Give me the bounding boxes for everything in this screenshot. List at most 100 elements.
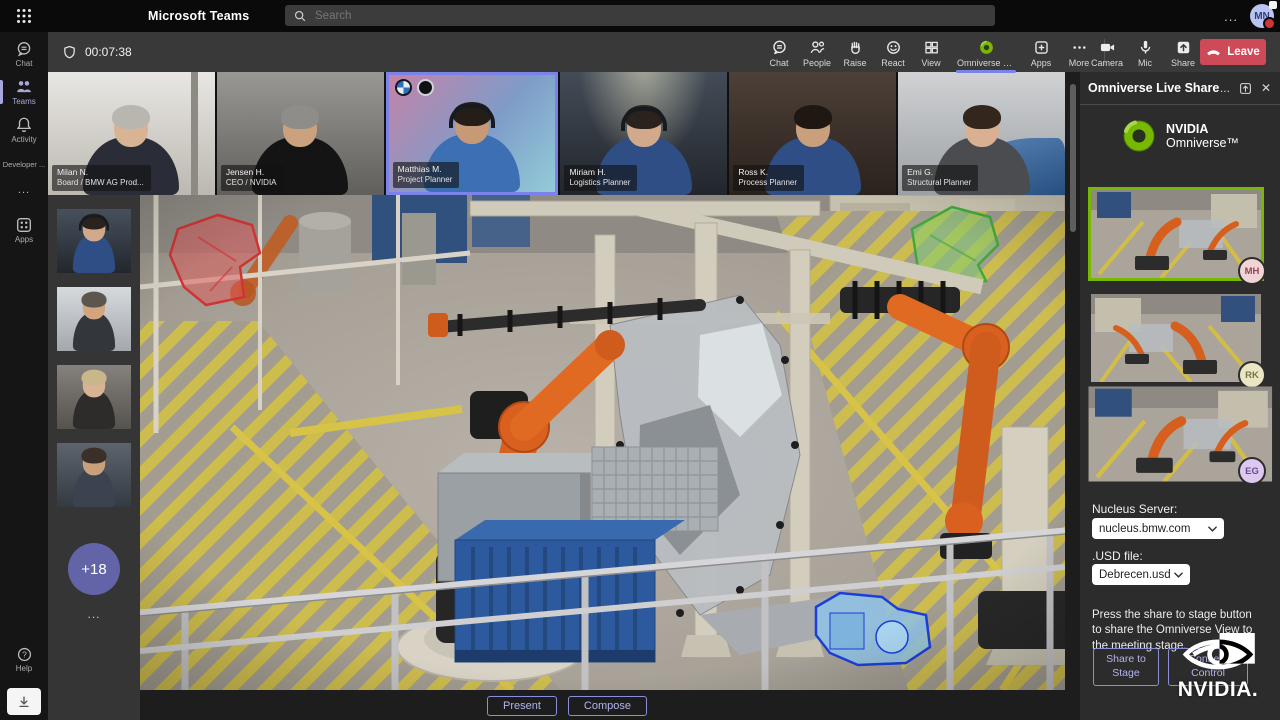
app-launcher-button[interactable] (0, 0, 48, 32)
sidebar-activity-label: Activity (11, 135, 36, 144)
tab-view[interactable]: View (912, 34, 950, 71)
vertical-scrollbar[interactable] (1070, 84, 1076, 232)
panel-close-button[interactable]: ✕ (1261, 81, 1271, 95)
leave-button[interactable]: Leave (1200, 39, 1266, 65)
sidebar-item-more[interactable]: ... (0, 184, 48, 196)
participant-name-tag: Emi G. Structural Planner (902, 165, 978, 191)
omniverse-ring-icon (1121, 118, 1157, 154)
usd-file-select[interactable]: Debrecen.usd (1092, 564, 1190, 585)
waffle-icon (16, 8, 32, 24)
camera-button[interactable]: Camera (1088, 34, 1126, 71)
more-ellipsis-icon (1071, 39, 1088, 56)
meeting-timer-value: 00:07:38 (85, 45, 132, 59)
tab-people[interactable]: People (798, 34, 836, 71)
share-label: Share (1171, 58, 1195, 68)
participant-thumbnail[interactable] (57, 365, 131, 429)
avatar-badge (1269, 1, 1277, 9)
mic-label: Mic (1138, 58, 1152, 68)
tab-chat[interactable]: Chat (760, 34, 798, 71)
share-to-stage-button[interactable]: Share to Stage (1093, 648, 1159, 686)
participant-role: CEO / NVIDIA (226, 178, 277, 188)
leave-label: Leave (1227, 46, 1260, 58)
sidebar-help-label: Help (16, 664, 32, 673)
panel-header: Omniverse Live Share ... ✕ (1080, 72, 1280, 105)
participant-name: Emi G. (907, 167, 971, 178)
participant-name: Miriam H. (569, 167, 630, 178)
participant-thumbnail[interactable] (57, 287, 131, 351)
headset (621, 107, 667, 131)
participant-name-tag: Matthias M. Project Planner (393, 162, 460, 188)
omniverse-view-thumbnail[interactable]: RK (1091, 294, 1261, 382)
participant-name-tag: Ross K. Process Planner (733, 165, 804, 191)
participant-thumbnail[interactable] (57, 443, 131, 507)
sidebar-item-activity[interactable]: Activity (0, 116, 48, 144)
brand-line2: Omniverse™ (1166, 136, 1239, 150)
search-bar[interactable] (285, 5, 995, 26)
factory-view-image (1091, 190, 1261, 278)
view-grid-icon (923, 39, 940, 56)
tab-react[interactable]: React (874, 34, 912, 71)
overflow-participants-badge[interactable]: +18 (68, 543, 120, 595)
participant-tile-active-speaker[interactable]: Matthias M. Project Planner (386, 72, 559, 195)
participant-tile[interactable]: Ross K. Process Planner (729, 72, 896, 195)
tab-raise[interactable]: Raise (836, 34, 874, 71)
present-button[interactable]: Present (487, 696, 557, 716)
panel-action-buttons: Share to Stage Connect Control (1093, 648, 1248, 686)
share-button[interactable]: Share (1164, 34, 1202, 71)
omniverse-view-thumbnail[interactable]: EG (1091, 390, 1261, 478)
search-input[interactable] (313, 9, 917, 23)
avatar[interactable]: MN (1250, 4, 1274, 28)
mic-icon (1137, 39, 1154, 56)
participant-thumbnail[interactable] (57, 209, 131, 273)
participant-thumbnail-strip: +18 ... (48, 195, 140, 720)
omniverse-3d-viewport[interactable] (140, 195, 1065, 690)
tab-apps[interactable]: Apps (1022, 34, 1060, 71)
participant-name: Ross K. (738, 167, 797, 178)
view-owner-badge: EG (1238, 457, 1266, 485)
nucleus-server-select[interactable]: nucleus.bmw.com (1092, 518, 1224, 539)
participant-tile[interactable]: Emi G. Structural Planner (898, 72, 1065, 195)
shield-icon (62, 45, 77, 60)
vignette (140, 195, 1065, 690)
mic-button[interactable]: Mic (1126, 34, 1164, 71)
react-smiley-icon (885, 39, 902, 56)
sidebar-more-label: ... (18, 184, 30, 196)
tab-omniverse-label: Omniverse L... (957, 58, 1015, 68)
participant-silhouette (73, 450, 115, 507)
tab-more-label: More (1069, 58, 1090, 68)
nucleus-server-label: Nucleus Server: (1092, 502, 1177, 516)
connect-control-button[interactable]: Connect Control (1168, 648, 1248, 686)
download-desktop-button[interactable] (7, 688, 41, 715)
mini-logo-icon (417, 79, 434, 96)
strip-more-button[interactable]: ... (87, 607, 100, 621)
tab-people-label: People (803, 58, 831, 68)
participant-tile[interactable]: Milan N. Board / BMW AG Prod... (48, 72, 215, 195)
sidebar-teams-label: Teams (12, 97, 36, 106)
overflow-count: +18 (81, 561, 106, 578)
tab-apps-label: Apps (1031, 58, 1052, 68)
sidebar-item-developer[interactable]: Developer ... (0, 160, 48, 169)
hangup-phone-icon (1206, 47, 1221, 57)
sidebar-item-help[interactable]: ? Help (0, 646, 48, 673)
sidebar-item-apps[interactable]: Apps (0, 216, 48, 244)
compose-button[interactable]: Compose (568, 696, 647, 716)
participant-tile[interactable]: Jensen H. CEO / NVIDIA (217, 72, 384, 195)
sidebar-item-teams[interactable]: Teams (0, 78, 48, 106)
sidebar-apps-label: Apps (15, 235, 33, 244)
omniverse-view-thumbnail[interactable]: MH (1091, 190, 1261, 278)
presence-busy-dot (1263, 17, 1276, 30)
participant-tile[interactable]: Miriam H. Logistics Planner (560, 72, 727, 195)
factory-scene (140, 195, 1065, 690)
panel-popout-button[interactable] (1239, 82, 1252, 95)
app-title: Microsoft Teams (148, 9, 249, 23)
brand-line1: NVIDIA (1166, 122, 1239, 136)
sidebar-item-chat[interactable]: Chat (0, 40, 48, 68)
device-buttons: Camera Mic Share (1088, 34, 1202, 71)
panel-more-button[interactable]: ... (1220, 81, 1230, 95)
teams-app-window: Microsoft Teams ... MN 00:07:38 (0, 0, 1280, 720)
tab-omniverse-live[interactable]: Omniverse L... (950, 34, 1022, 71)
topbar-more-button[interactable]: ... (1224, 9, 1238, 24)
omniverse-live-share-panel: Omniverse Live Share ... ✕ NVIDIA Omnive… (1080, 72, 1280, 720)
usd-file-label: .USD file: (1092, 549, 1143, 563)
topbar-right-cluster: ... MN (1224, 0, 1274, 32)
